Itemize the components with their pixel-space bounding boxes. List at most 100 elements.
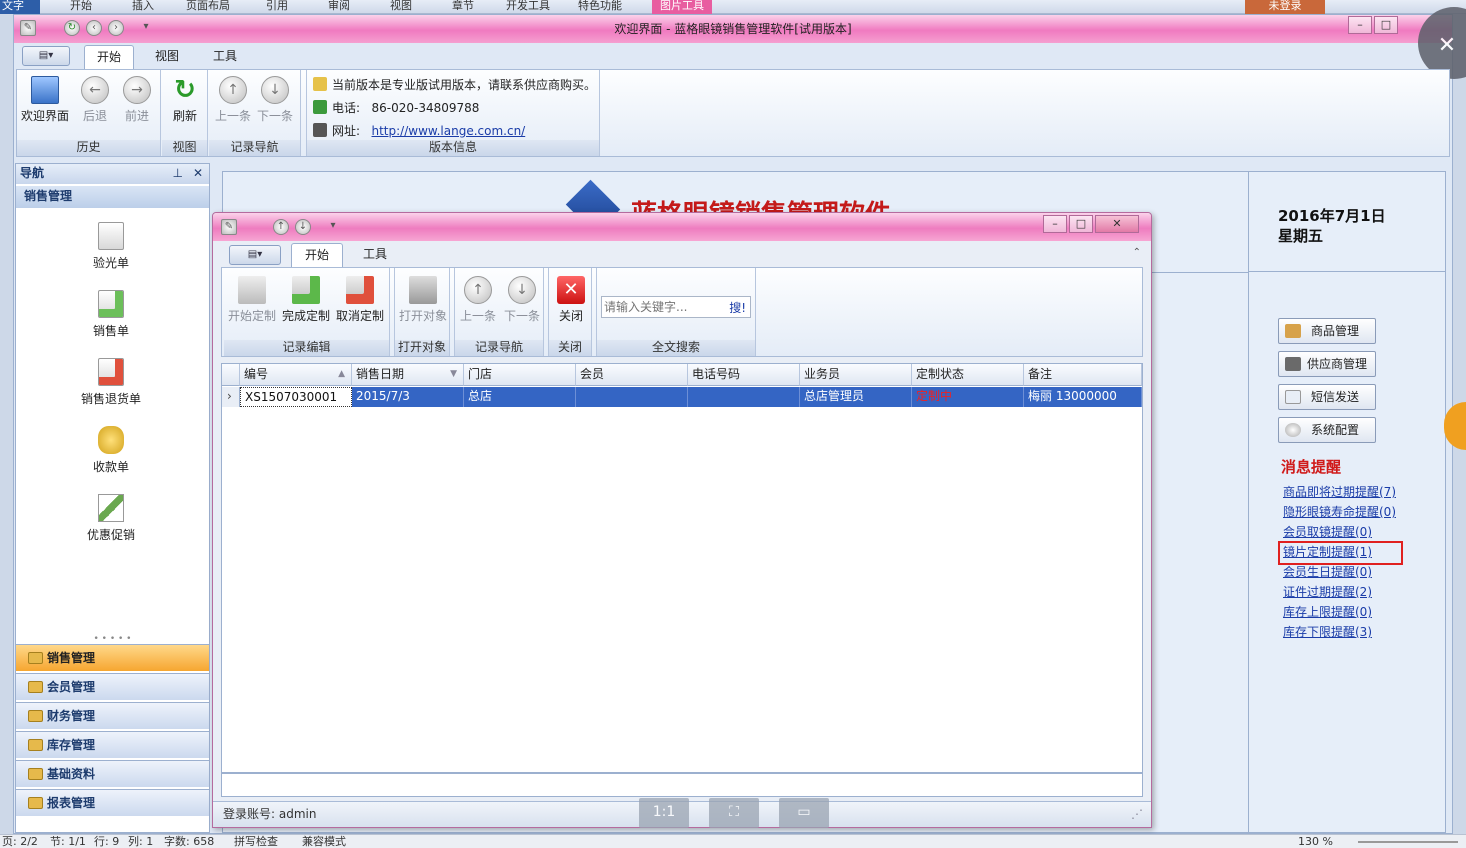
bg-menu-item[interactable]: 页面布局	[186, 0, 230, 12]
cell-date[interactable]: 2015/7/3	[352, 387, 464, 407]
msg-link[interactable]: 会员取镜提醒(0)	[1283, 523, 1372, 540]
cancel-custom-button[interactable]: 取消定制	[334, 276, 386, 324]
child-tab-start[interactable]: 开始	[291, 243, 343, 267]
cell-store[interactable]: 总店	[464, 387, 576, 407]
bg-file-tab[interactable]: 文字	[0, 0, 40, 14]
child-tab-tools[interactable]: 工具	[349, 243, 401, 267]
quick-access-dropdown-icon[interactable]: ▾	[325, 219, 341, 235]
date-box: 2016年7月1日 星期五	[1248, 172, 1446, 272]
column-header-remark[interactable]: 备注	[1024, 364, 1142, 386]
nav-item-sales-return[interactable]: 销售退货单	[56, 358, 166, 407]
child-maximize-button[interactable]: □	[1069, 215, 1093, 233]
search-button[interactable]: 搜!	[729, 299, 746, 316]
bg-menu-item[interactable]: 视图	[390, 0, 412, 12]
splitter-grip-icon[interactable]: • • • • •	[16, 634, 209, 644]
tab-tools[interactable]: 工具	[200, 45, 250, 69]
zoom-1to1-button[interactable]: 1:1	[639, 798, 689, 828]
nav-item-optometry[interactable]: 验光单	[56, 222, 166, 271]
msg-link[interactable]: 隐形眼镜寿命提醒(0)	[1283, 503, 1396, 520]
cell-id[interactable]: XS1507030001	[240, 387, 352, 407]
nav-up-icon[interactable]: ↑	[273, 219, 289, 235]
column-header-phone[interactable]: 电话号码	[688, 364, 800, 386]
column-header-store[interactable]: 门店	[464, 364, 576, 386]
cell-phone[interactable]	[688, 387, 800, 407]
cell-remark[interactable]: 梅丽 13000000	[1024, 387, 1142, 407]
system-config-button[interactable]: 系统配置	[1278, 417, 1376, 443]
close-button[interactable]: ✕ 关闭	[553, 276, 589, 324]
bg-picture-tools-tab[interactable]: 图片工具	[652, 0, 712, 14]
pin-icon[interactable]: ⊥	[173, 164, 183, 183]
complete-custom-button[interactable]: 完成定制	[280, 276, 332, 324]
prev-record-button[interactable]: ↑ 上一条	[213, 76, 253, 124]
child-prev-button[interactable]: ↑ 上一条	[457, 276, 499, 324]
nav-item-receipt[interactable]: 收款单	[56, 426, 166, 475]
open-object-button[interactable]: 打开对象	[397, 276, 449, 324]
column-header-date[interactable]: 销售日期 ▼	[352, 364, 464, 386]
child-app-menu-button[interactable]: ▤▾	[229, 245, 281, 265]
edit-screen-icon[interactable]: ▭	[779, 798, 829, 828]
minimize-button[interactable]: –	[1348, 16, 1372, 34]
nav-group-finance[interactable]: 财务管理	[16, 702, 209, 729]
cell-salesperson[interactable]: 总店管理员	[800, 387, 912, 407]
resize-grip-icon[interactable]: ⋰	[1131, 802, 1143, 826]
back-icon[interactable]: ‹	[86, 20, 102, 36]
msg-link[interactable]: 库存下限提醒(3)	[1283, 623, 1372, 640]
status-zoom[interactable]: 130 %	[1298, 835, 1333, 848]
cell-status[interactable]: 定制中	[912, 387, 1024, 407]
nav-group-reports[interactable]: 报表管理	[16, 789, 209, 816]
next-record-button[interactable]: ↓ 下一条	[255, 76, 295, 124]
status-col: 列: 1	[128, 835, 154, 848]
bg-menu-item[interactable]: 开始	[70, 0, 92, 12]
column-header-id[interactable]: 编号 ▲	[240, 364, 352, 386]
search-input[interactable]	[604, 298, 722, 316]
cell-member[interactable]	[576, 387, 688, 407]
child-next-button[interactable]: ↓ 下一条	[501, 276, 543, 324]
column-header-salesperson[interactable]: 业务员	[800, 364, 912, 386]
nav-group-basic-data[interactable]: 基础资料	[16, 760, 209, 787]
start-custom-button[interactable]: 开始定制	[226, 276, 278, 324]
bg-menu-item[interactable]: 插入	[132, 0, 154, 12]
child-minimize-button[interactable]: –	[1043, 215, 1067, 233]
sms-button[interactable]: 短信发送	[1278, 384, 1376, 410]
close-nav-icon[interactable]: ✕	[193, 164, 203, 183]
nav-down-icon[interactable]: ↓	[295, 219, 311, 235]
msg-link[interactable]: 库存上限提醒(0)	[1283, 603, 1372, 620]
bg-menu-item[interactable]: 开发工具	[506, 0, 550, 12]
collapse-ribbon-icon[interactable]: ⌃	[1133, 247, 1141, 258]
quick-access-dropdown-icon[interactable]: ▾	[138, 20, 154, 36]
msg-link[interactable]: 商品即将过期提醒(7)	[1283, 483, 1396, 500]
msg-link[interactable]: 会员生日提醒(0)	[1283, 563, 1372, 580]
bg-menu-item[interactable]: 章节	[452, 0, 474, 12]
nav-item-promotion[interactable]: 优惠促销	[56, 494, 166, 543]
bg-menu-item[interactable]: 审阅	[328, 0, 350, 12]
forward-icon[interactable]: ›	[108, 20, 124, 36]
tab-view[interactable]: 视图	[142, 45, 192, 69]
refresh-button[interactable]: ↻ 刷新	[164, 76, 206, 124]
button-label: 完成定制	[281, 309, 330, 323]
nav-group-members[interactable]: 会员管理	[16, 673, 209, 700]
maximize-button[interactable]: □	[1374, 16, 1398, 34]
nav-group-label: 库存管理	[47, 738, 96, 752]
status-spell[interactable]: 拼写检查	[234, 835, 278, 848]
back-button[interactable]: ← 后退	[75, 76, 115, 124]
child-close-button[interactable]: ✕	[1095, 215, 1139, 233]
nav-item-sales-order[interactable]: 销售单	[56, 290, 166, 339]
goods-management-button[interactable]: 商品管理	[1278, 318, 1376, 344]
column-header-status[interactable]: 定制状态	[912, 364, 1024, 386]
bg-login-button[interactable]: 未登录	[1245, 0, 1325, 14]
site-link[interactable]: http://www.lange.com.cn/	[372, 124, 526, 138]
fit-screen-icon[interactable]: ⛶	[709, 798, 759, 828]
msg-link[interactable]: 证件过期提醒(2)	[1283, 583, 1372, 600]
app-menu-button[interactable]: ▤▾	[22, 46, 70, 66]
bg-menu-item[interactable]: 特色功能	[578, 0, 622, 12]
welcome-button[interactable]: 欢迎界面	[19, 76, 71, 124]
column-header-member[interactable]: 会员	[576, 364, 688, 386]
nav-group-inventory[interactable]: 库存管理	[16, 731, 209, 758]
nav-group-sales[interactable]: 销售管理	[16, 644, 209, 671]
forward-button[interactable]: → 前进	[117, 76, 157, 124]
bg-menu-item[interactable]: 引用	[266, 0, 288, 12]
refresh-icon[interactable]: ↻	[64, 20, 80, 36]
zoom-slider[interactable]	[1358, 841, 1458, 843]
tab-start[interactable]: 开始	[84, 45, 134, 69]
supplier-management-button[interactable]: 供应商管理	[1278, 351, 1376, 377]
